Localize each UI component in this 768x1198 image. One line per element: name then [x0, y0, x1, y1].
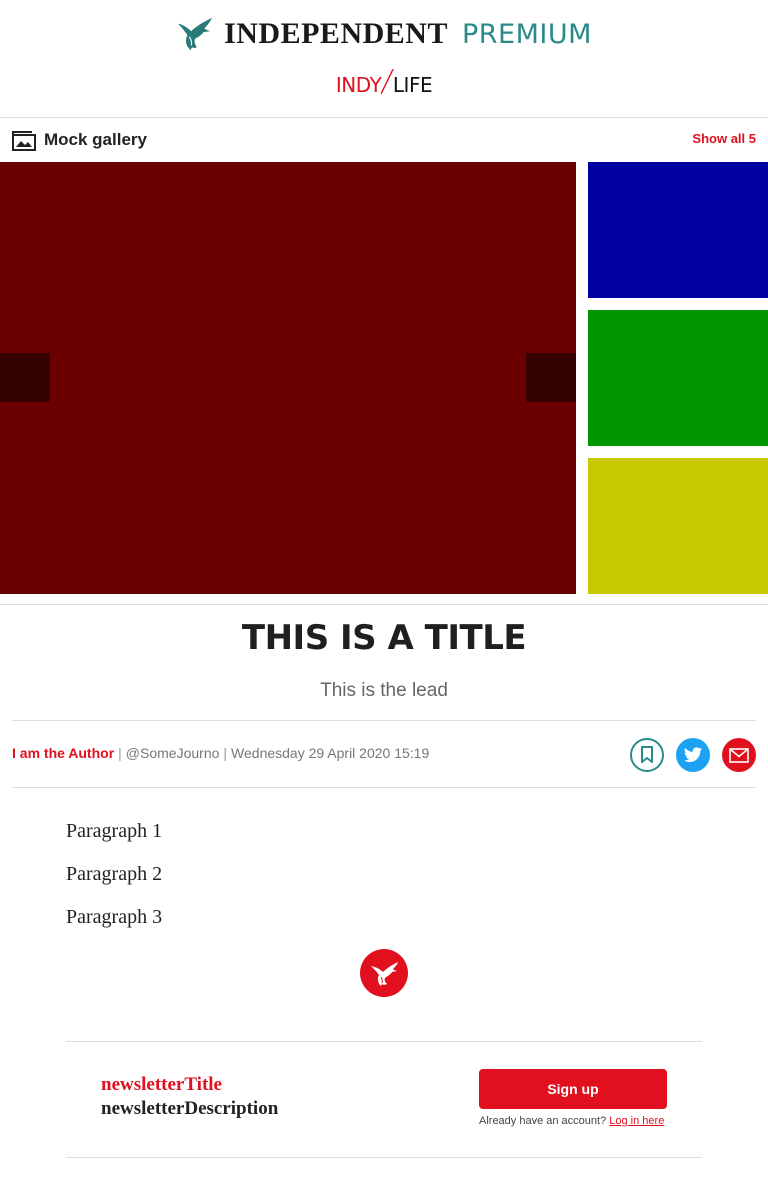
publish-date: Wednesday 29 April 2020 15:19 — [231, 745, 430, 761]
login-link[interactable]: Log in here — [609, 1115, 664, 1127]
gallery-title: Mock gallery — [44, 130, 147, 149]
masthead: INDEPENDENT PREMIUM INDY / LIFE — [0, 0, 768, 118]
article-paragraph: Paragraph 2 — [66, 863, 163, 885]
section-name-life: LIFE — [392, 72, 433, 97]
author-link[interactable]: I am the Author — [12, 745, 114, 761]
gallery-prev-button[interactable] — [0, 353, 50, 402]
newsletter-description: newsletterDescription — [101, 1098, 279, 1119]
gallery-thumbnail[interactable] — [588, 458, 768, 594]
article-title: THIS IS A TITLE — [241, 618, 527, 658]
brand-tier: PREMIUM — [461, 18, 592, 50]
gallery-main-image[interactable] — [0, 162, 576, 594]
bookmark-button[interactable] — [630, 738, 664, 772]
section-name-indy: INDY — [335, 72, 382, 97]
gallery-next-button[interactable] — [526, 353, 576, 402]
email-share-button[interactable] — [722, 738, 756, 772]
login-prompt: Already have an account? Log in here — [479, 1115, 664, 1127]
signup-button[interactable]: Sign up — [479, 1069, 667, 1109]
byline-separator: | — [118, 745, 122, 761]
bookmark-icon — [641, 746, 653, 763]
article-paragraph: Paragraph 3 — [66, 906, 163, 928]
newsletter-signup: newsletterTitle newsletterDescription Si… — [66, 1041, 702, 1158]
gallery-thumbnail[interactable] — [588, 162, 768, 298]
brand-logo[interactable]: INDEPENDENT PREMIUM — [0, 16, 768, 52]
brand-name: INDEPENDENT — [224, 17, 448, 50]
end-of-article-eagle-icon — [360, 949, 408, 997]
article-paragraph: Paragraph 1 — [66, 820, 163, 842]
divider — [0, 604, 768, 605]
newsletter-title: newsletterTitle — [101, 1074, 222, 1095]
article-lead: This is the lead — [320, 680, 448, 701]
gallery-icon — [12, 131, 36, 151]
login-prompt-text: Already have an account? — [479, 1115, 607, 1127]
twitter-icon — [683, 746, 703, 762]
gallery-header: Mock gallery Show all 5 — [0, 119, 768, 161]
show-all-link[interactable]: Show all 5 — [692, 131, 756, 146]
byline-text: I am the Author | @SomeJourno | Wednesday 29… — [12, 745, 429, 761]
twitter-share-button[interactable] — [676, 738, 710, 772]
gallery-thumbnail[interactable] — [588, 310, 768, 446]
byline: I am the Author | @SomeJourno | Wednesday 29… — [12, 720, 756, 788]
share-bar — [630, 738, 756, 772]
section-logo[interactable]: INDY / LIFE — [0, 64, 768, 99]
eagle-logo-icon — [178, 17, 213, 51]
email-icon — [729, 747, 749, 763]
twitter-handle[interactable]: @SomeJourno — [126, 745, 220, 761]
byline-separator: | — [223, 745, 228, 761]
